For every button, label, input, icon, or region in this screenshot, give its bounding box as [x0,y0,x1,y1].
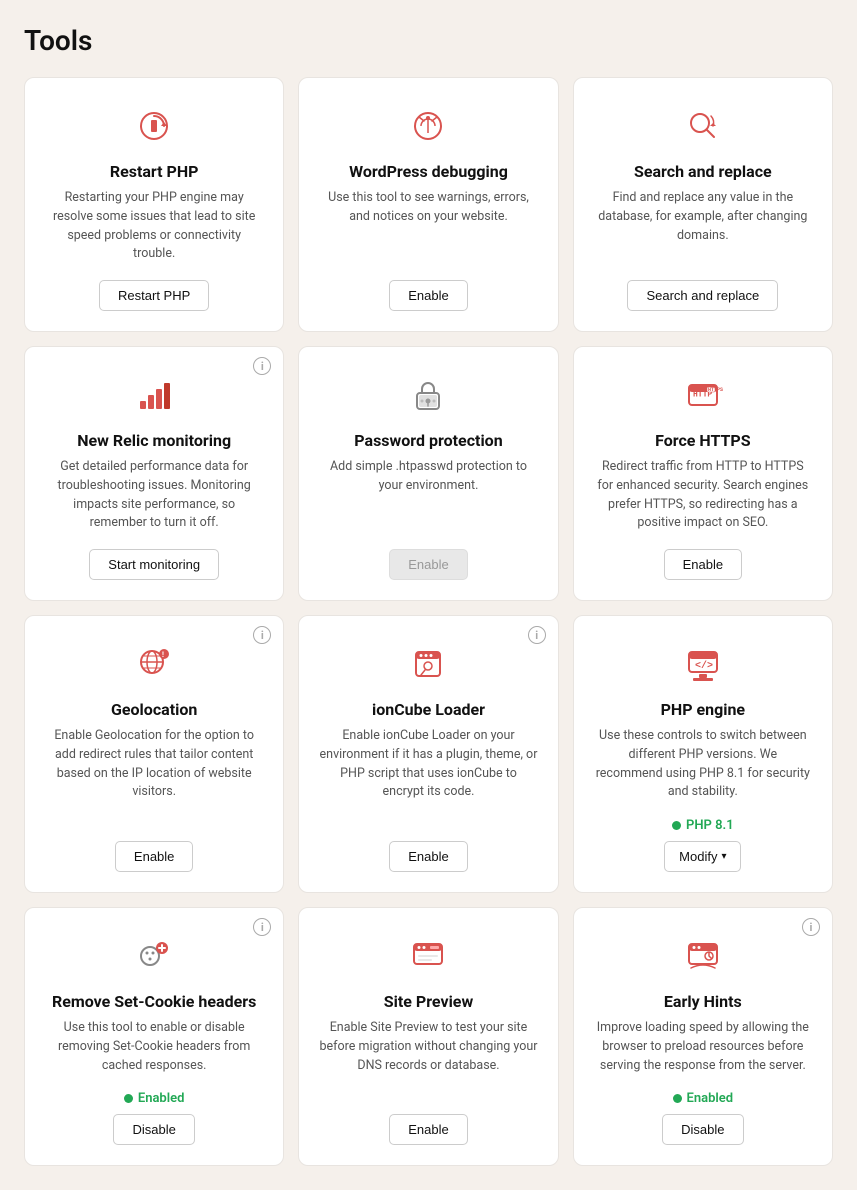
early-hints-status-label: Enabled [687,1091,734,1106]
card-restart-php-title: Restart PHP [110,162,199,181]
card-restart-php-actions: Restart PHP [45,280,263,311]
new-relic-info-icon[interactable]: i [253,357,271,375]
card-wordpress-debugging-desc: Use this tool to see warnings, errors, a… [319,189,537,264]
php-modify-button[interactable]: Modify ▾ [664,841,741,872]
password-protection-enable-button: Enable [389,549,467,580]
remove-cookie-icon [130,932,178,980]
restart-php-icon [130,102,178,150]
svg-text:!: ! [162,651,164,659]
card-wordpress-debugging: WordPress debugging Use this tool to see… [298,77,558,332]
card-restart-php: Restart PHP Restarting your PHP engine m… [24,77,284,332]
remove-cookie-status-dot [124,1094,133,1103]
php-version-label: PHP 8.1 [686,818,734,833]
card-force-https-actions: Enable [594,549,812,580]
card-early-hints-desc: Improve loading speed by allowing the br… [594,1019,812,1075]
early-hints-info-icon[interactable]: i [802,918,820,936]
restart-php-button[interactable]: Restart PHP [99,280,209,311]
card-site-preview: Site Preview Enable Site Preview to test… [298,907,558,1166]
card-early-hints-actions: Enabled Disable [594,1091,812,1145]
card-geolocation-title: Geolocation [111,700,197,719]
php-engine-icon: </> [679,640,727,688]
ioncube-enable-button[interactable]: Enable [389,841,467,872]
card-early-hints: i Early Hints Improve loading speed by a… [573,907,833,1166]
card-force-https: HTTP HTTPS Force HTTPS Redirect traffic … [573,346,833,601]
new-relic-icon [130,371,178,419]
card-remove-set-cookie: i Remove Set-Cookie headers Use this too… [24,907,284,1166]
modify-label: Modify [679,849,717,864]
card-password-protection-title: Password protection [354,431,502,450]
card-password-protection-desc: Add simple .htpasswd protection to your … [319,458,537,533]
card-wordpress-debugging-title: WordPress debugging [349,162,508,181]
card-site-preview-title: Site Preview [384,992,473,1011]
site-preview-icon [404,932,452,980]
start-monitoring-button[interactable]: Start monitoring [89,549,219,580]
geolocation-info-icon[interactable]: i [253,626,271,644]
card-remove-set-cookie-actions: Enabled Disable [45,1091,263,1145]
search-replace-icon [679,102,727,150]
card-wordpress-debugging-actions: Enable [319,280,537,311]
card-geolocation-desc: Enable Geolocation for the option to add… [45,727,263,825]
card-php-engine-title: PHP engine [661,700,746,719]
card-geolocation-actions: Enable [45,841,263,872]
card-search-replace: Search and replace Find and replace any … [573,77,833,332]
force-https-enable-button[interactable]: Enable [664,549,742,580]
card-php-engine: </> PHP engine Use these controls to swi… [573,615,833,893]
card-php-engine-actions: PHP 8.1 Modify ▾ [594,818,812,872]
card-password-protection: Password protection Add simple .htpasswd… [298,346,558,601]
card-site-preview-actions: Enable [319,1114,537,1145]
card-search-replace-desc: Find and replace any value in the databa… [594,189,812,264]
card-ioncube-title: ionCube Loader [372,700,485,719]
remove-cookie-disable-button[interactable]: Disable [113,1114,194,1145]
card-password-protection-actions: Enable [319,549,537,580]
geolocation-enable-button[interactable]: Enable [115,841,193,872]
wordpress-debug-icon [404,102,452,150]
modify-chevron-icon: ▾ [721,851,726,862]
card-site-preview-desc: Enable Site Preview to test your site be… [319,1019,537,1098]
card-remove-set-cookie-desc: Use this tool to enable or disable remov… [45,1019,263,1075]
svg-text:</>: </> [695,660,713,672]
svg-text:HTTPS: HTTPS [708,387,723,393]
early-hints-disable-button[interactable]: Disable [662,1114,743,1145]
force-https-icon: HTTP HTTPS [679,371,727,419]
card-new-relic-actions: Start monitoring [45,549,263,580]
card-new-relic-title: New Relic monitoring [77,431,231,450]
early-hints-icon [679,932,727,980]
card-remove-set-cookie-title: Remove Set-Cookie headers [52,992,256,1011]
wordpress-debugging-enable-button[interactable]: Enable [389,280,467,311]
card-new-relic: i New Relic monitoring Get detailed perf… [24,346,284,601]
search-replace-button[interactable]: Search and replace [627,280,778,311]
card-ioncube: i ionCube Loader Enable ionCube Loader o… [298,615,558,893]
site-preview-enable-button[interactable]: Enable [389,1114,467,1145]
php-status-dot [672,821,681,830]
card-search-replace-title: Search and replace [634,162,772,181]
card-ioncube-actions: Enable [319,841,537,872]
password-protection-icon [404,371,452,419]
card-restart-php-desc: Restarting your PHP engine may resolve s… [45,189,263,264]
card-force-https-desc: Redirect traffic from HTTP to HTTPS for … [594,458,812,533]
card-php-engine-desc: Use these controls to switch between dif… [594,727,812,802]
remove-cookie-status: Enabled [124,1091,185,1106]
card-new-relic-desc: Get detailed performance data for troubl… [45,458,263,533]
remove-cookie-status-label: Enabled [138,1091,185,1106]
card-early-hints-title: Early Hints [664,992,742,1011]
ioncube-info-icon[interactable]: i [528,626,546,644]
page-title: Tools [24,24,833,57]
card-search-replace-actions: Search and replace [594,280,812,311]
php-version-status: PHP 8.1 [672,818,734,833]
tools-grid: Restart PHP Restarting your PHP engine m… [24,77,833,1166]
card-ioncube-desc: Enable ionCube Loader on your environmen… [319,727,537,825]
card-geolocation: i ! Geolocation Enable Geolocation for t… [24,615,284,893]
card-force-https-title: Force HTTPS [655,431,751,450]
early-hints-status-dot [673,1094,682,1103]
ioncube-icon [404,640,452,688]
remove-cookie-info-icon[interactable]: i [253,918,271,936]
early-hints-status: Enabled [673,1091,734,1106]
geolocation-icon: ! [130,640,178,688]
